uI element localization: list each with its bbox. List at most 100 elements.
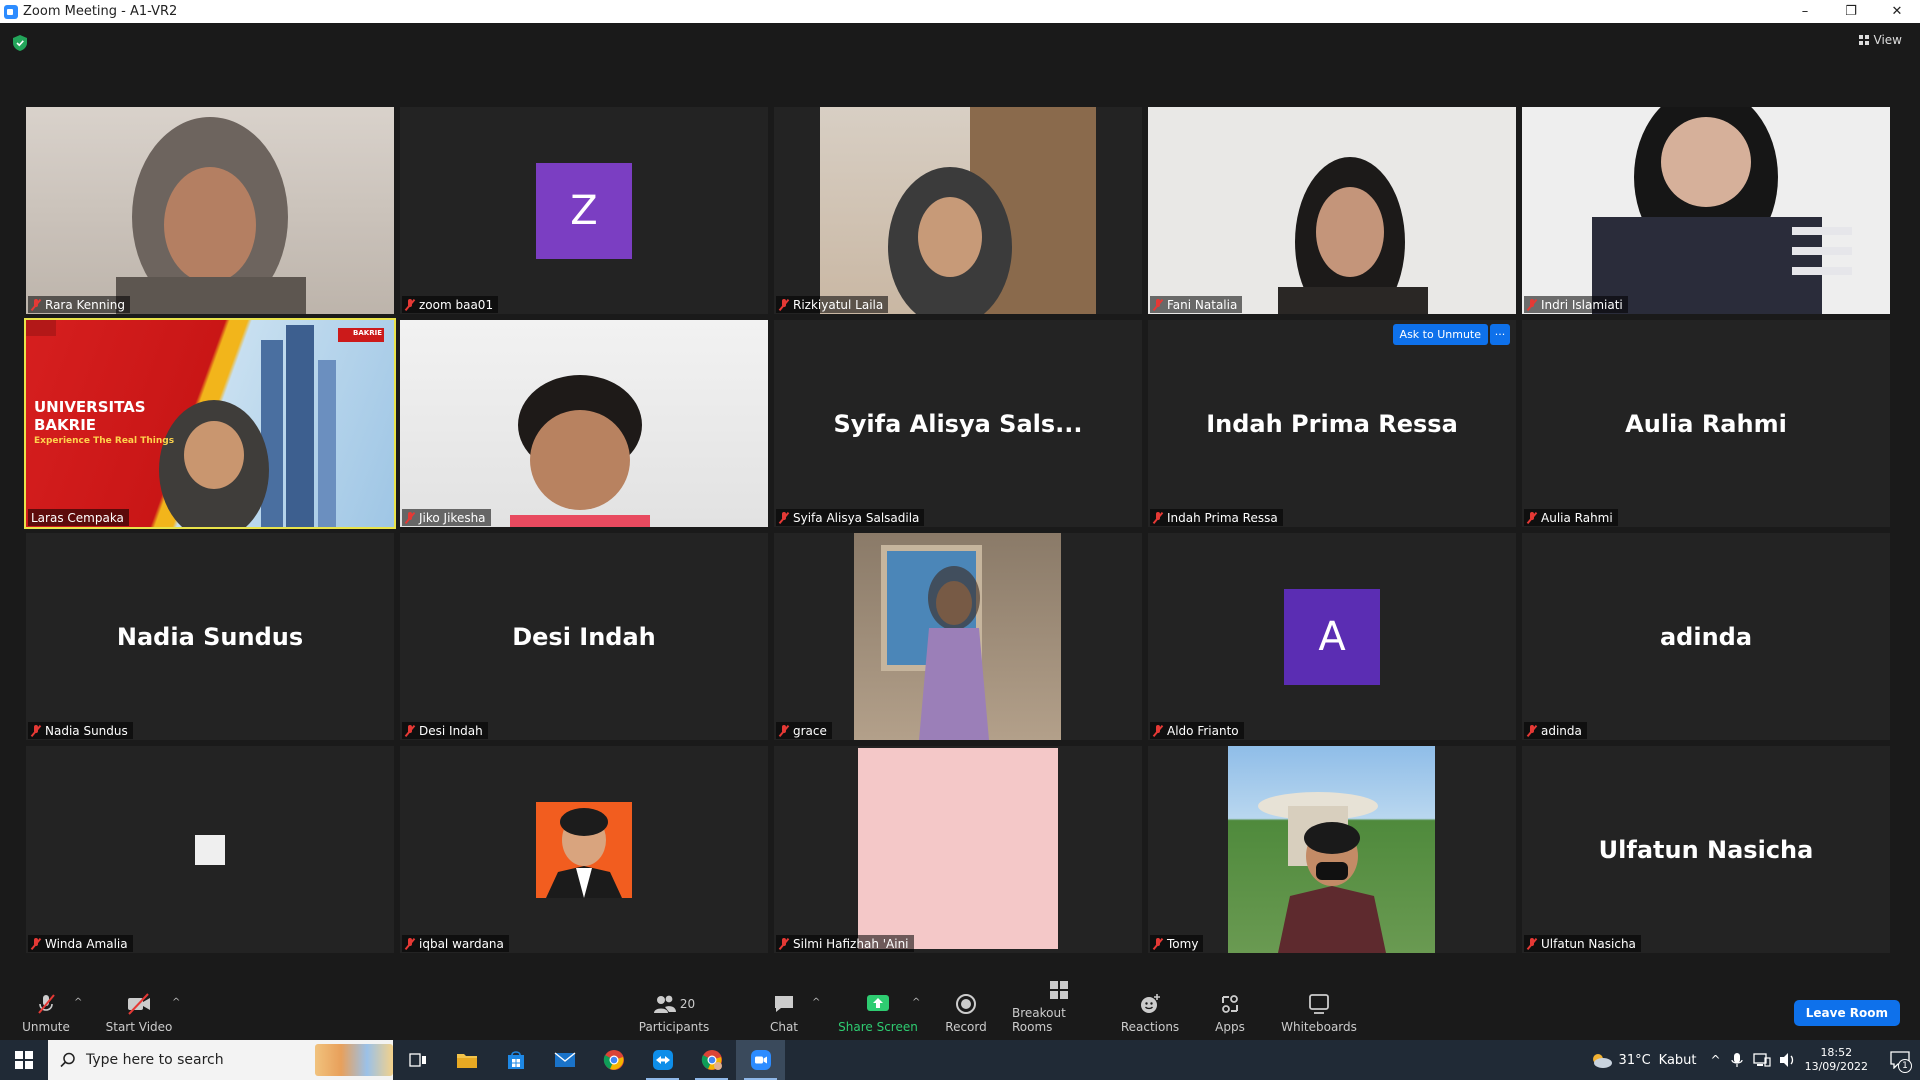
participant-tile[interactable]: iqbal wardana <box>400 746 768 953</box>
participant-tile[interactable]: Rara Kenning <box>26 107 394 314</box>
muted-mic-icon <box>405 511 415 524</box>
search-icon <box>60 1052 75 1068</box>
participants-button[interactable]: 20 Participants <box>636 983 712 1040</box>
breakout-rooms-button[interactable]: Breakout Rooms <box>1012 981 1106 1040</box>
grid-view-icon <box>1858 35 1869 45</box>
restore-button[interactable]: ❐ <box>1828 0 1874 23</box>
participant-tile[interactable]: Jiko Jikesha <box>400 320 768 527</box>
mail-button[interactable] <box>540 1040 589 1080</box>
weather-description[interactable]: Kabut <box>1659 1053 1697 1068</box>
participant-name-label: Syifa Alisya Salsadila <box>776 509 925 526</box>
participant-name-label: Rizkiyatul Laila <box>776 296 889 313</box>
participants-icon: 20 <box>649 993 699 1015</box>
start-button[interactable] <box>0 1040 48 1080</box>
ask-to-unmute-button[interactable]: Ask to Unmute <box>1392 324 1488 345</box>
close-button[interactable]: ✕ <box>1874 0 1920 23</box>
participant-name-label: Aulia Rahmi <box>1524 509 1618 526</box>
microsoft-store-button[interactable] <box>491 1040 540 1080</box>
record-icon <box>953 993 979 1015</box>
participant-tile-active-speaker[interactable]: UNIVERSITAS BAKRIE Experience The Real T… <box>24 318 396 529</box>
participant-name-label: Jiko Jikesha <box>402 509 491 526</box>
windows-logo-icon <box>15 1051 33 1069</box>
more-options-button[interactable]: ··· <box>1490 324 1510 345</box>
volume-icon[interactable] <box>1779 1052 1797 1068</box>
minimize-button[interactable]: – <box>1782 0 1828 23</box>
unmute-button[interactable]: Unmute <box>16 983 76 1040</box>
participant-video <box>116 117 306 314</box>
security-shield-icon[interactable] <box>13 35 27 51</box>
weather-temperature[interactable]: 31°C <box>1619 1053 1651 1068</box>
chrome-button[interactable] <box>589 1040 638 1080</box>
participant-tile[interactable]: Desi Indah Desi Indah <box>400 533 768 740</box>
audio-options-chevron-icon[interactable]: ^ <box>74 997 82 1008</box>
share-screen-button[interactable]: Share Screen <box>836 983 920 1040</box>
store-bag-icon <box>507 1051 524 1069</box>
university-logo: BAKRIE <box>353 329 382 337</box>
participant-name-label: Fani Natalia <box>1150 296 1243 313</box>
video-feed <box>854 533 1061 740</box>
participant-name-label: Ulfatun Nasicha <box>1524 935 1641 952</box>
participant-tile[interactable]: Aulia Rahmi Aulia Rahmi <box>1522 320 1890 527</box>
participant-tile[interactable]: Ask to Unmute ··· Indah Prima Ressa Inda… <box>1148 320 1516 527</box>
share-options-chevron-icon[interactable]: ^ <box>912 997 920 1008</box>
video-options-chevron-icon[interactable]: ^ <box>172 997 180 1008</box>
participant-display-name: Syifa Alisya Sals... <box>833 409 1083 438</box>
participant-tile[interactable]: Fani Natalia <box>1148 107 1516 314</box>
avatar-placeholder <box>195 834 225 865</box>
chrome-profile-button[interactable] <box>687 1040 736 1080</box>
start-video-button[interactable]: Start Video <box>104 983 174 1040</box>
participant-tile[interactable]: Rizkiyatul Laila <box>774 107 1142 314</box>
show-hidden-icons-chevron-icon[interactable]: ^ <box>1711 1053 1721 1067</box>
reactions-smile-icon <box>1137 993 1163 1015</box>
participant-tile[interactable]: Ulfatun Nasicha Ulfatun Nasicha <box>1522 746 1890 953</box>
avatar: Z <box>536 162 632 259</box>
participant-tile[interactable]: Nadia Sundus Nadia Sundus <box>26 533 394 740</box>
zoom-taskbar-button[interactable] <box>736 1040 785 1080</box>
participant-tile[interactable]: Tomy <box>1148 746 1516 953</box>
participant-display-name: Nadia Sundus <box>116 622 304 651</box>
teamviewer-button[interactable] <box>638 1040 687 1080</box>
participant-tile[interactable]: adinda adinda <box>1522 533 1890 740</box>
participant-tile[interactable]: grace <box>774 533 1142 740</box>
taskbar-search-box[interactable]: Type here to search <box>48 1040 393 1080</box>
record-button[interactable]: Record <box>940 983 992 1040</box>
network-icon[interactable] <box>1752 1052 1771 1068</box>
participant-tile[interactable]: Indri Islamiati <box>1522 107 1890 314</box>
clock[interactable]: 18:52 13/09/2022 <box>1805 1046 1868 1074</box>
whiteboards-button[interactable]: Whiteboards <box>1280 983 1358 1040</box>
teamviewer-icon <box>652 1050 673 1070</box>
participant-tile[interactable]: Z zoom baa01 <box>400 107 768 314</box>
muted-mic-icon <box>31 937 41 950</box>
participant-video <box>1258 792 1386 953</box>
muted-mic-icon <box>779 298 789 311</box>
leave-room-button[interactable]: Leave Room <box>1793 1000 1900 1026</box>
muted-mic-icon <box>1527 724 1537 737</box>
participant-tile[interactable]: Winda Amalia <box>26 746 394 953</box>
search-highlight-art <box>315 1044 393 1076</box>
muted-mic-icon <box>1153 724 1163 737</box>
zoom-icon <box>750 1050 771 1070</box>
muted-mic-icon <box>779 937 789 950</box>
muted-mic-icon <box>1153 298 1163 311</box>
participant-name-label: Indri Islamiati <box>1524 296 1628 313</box>
task-view-button[interactable] <box>393 1040 442 1080</box>
participant-name-label: iqbal wardana <box>402 935 509 952</box>
weather-cloud-icon <box>1592 1054 1612 1068</box>
microphone-icon[interactable] <box>1730 1052 1743 1068</box>
chat-options-chevron-icon[interactable]: ^ <box>812 997 820 1008</box>
participant-tile[interactable]: Silmi Hafizhah 'Aini <box>774 746 1142 953</box>
participant-video <box>881 545 989 740</box>
participant-name-label: zoom baa01 <box>402 296 499 313</box>
apps-button[interactable]: Apps <box>1210 983 1250 1040</box>
reactions-button[interactable]: Reactions <box>1121 983 1179 1040</box>
file-explorer-button[interactable] <box>442 1040 491 1080</box>
participant-tile[interactable]: Syifa Alisya Sals... Syifa Alisya Salsad… <box>774 320 1142 527</box>
notifications-button[interactable]: 1 <box>1880 1040 1920 1080</box>
participant-display-name: Ulfatun Nasicha <box>1598 835 1814 864</box>
participant-tile[interactable]: A Aldo Frianto <box>1148 533 1516 740</box>
folder-icon <box>456 1054 477 1068</box>
muted-mic-icon <box>31 298 41 311</box>
video-feed <box>400 320 768 527</box>
view-button[interactable]: View <box>1858 33 1902 47</box>
chat-button[interactable]: Chat <box>762 983 806 1040</box>
